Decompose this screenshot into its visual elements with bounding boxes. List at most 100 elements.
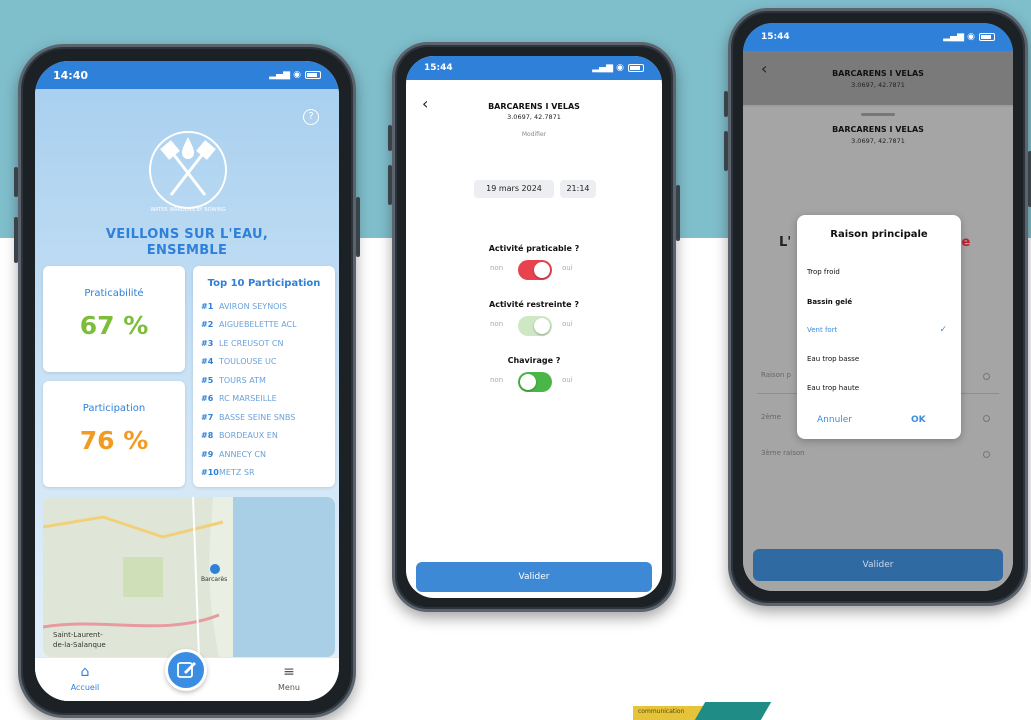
cancel-button[interactable]: Annuler [817,415,852,425]
map-label-town-2: de-la-Salanque [53,641,106,649]
status-bar: 15:44 ▂▄▆ ◉ [743,23,1013,51]
background-heading-left: L' [779,235,792,250]
phone-side-button [388,125,392,151]
rank-number: #8 [201,431,214,441]
toggle-row: non oui [406,260,662,280]
toggle-activite-restreinte[interactable] [518,316,552,336]
option-bassin-gele[interactable]: Bassin gelé [807,295,951,309]
water-wardens-logo: WATER WARDENS BY ROWING [149,131,227,213]
praticabilite-value: 67 % [79,311,149,340]
dialog-title: Raison principale [830,229,928,240]
ranking-row[interactable]: #5 TOURS ATM [193,371,335,390]
club-name: ANNECY CN [219,449,266,459]
date-picker[interactable]: 19 mars 2024 [474,180,554,198]
spot-coordinates: 3.0697, 42.7871 [851,81,905,89]
status-bar: 14:40 ▂▄▆ ◉ [35,61,339,89]
modify-link[interactable]: Modifier [446,131,622,138]
participation-value: 76 % [79,426,149,455]
phone-reason-dialog: 15:44 ▂▄▆ ◉ ‹ BARCARENS I VELAS 3.0697, … [724,8,1031,606]
reason-3-radio[interactable] [983,451,990,458]
map-marker-icon[interactable] [210,564,220,574]
phone-side-button [388,165,392,205]
option-vent-fort[interactable]: Vent fort ✓ [807,323,951,337]
sheet-coordinates: 3.0697, 42.7871 [851,137,905,145]
reason-2-radio[interactable] [983,415,990,422]
spot-title: BARCARENS I VELAS [832,69,924,78]
option-eau-trop-haute[interactable]: Eau trop haute [807,381,951,395]
new-report-button[interactable] [165,649,207,691]
club-name: AIGUEBELETTE ACL [219,320,297,330]
tab-menu[interactable]: ≡ Menu [259,664,319,692]
submit-button[interactable]: Valider [753,549,1003,581]
submit-button[interactable]: Valider [416,562,652,592]
oui-label: oui [562,376,573,384]
phone-home-screen: 14:40 ▂▄▆ ◉ ? WATER WARDENS BY ROWING VE… [14,44,360,718]
option-eau-trop-basse[interactable]: Eau trop basse [807,352,951,366]
toggle-chavirage[interactable] [518,372,552,392]
question-activite-restreinte: Activité restreinte ? [489,300,579,309]
ranking-row[interactable]: #3 LE CREUSOT CN [193,334,335,353]
reason-3-label[interactable]: 3ème raison [761,449,805,457]
sheet-title: BARCARENS I VELAS [832,125,924,134]
map-label-town: Saint-Laurent- [53,631,103,639]
reason-dialog: Raison principale Trop froid Bassin gelé… [797,215,961,439]
back-icon[interactable]: ‹ [422,96,438,112]
sheet-handle[interactable] [861,113,895,116]
top10-card[interactable]: Top 10 Participation #1 AVIRON SEYNOIS #2… [193,266,335,487]
ranking-row[interactable]: #2 AIGUEBELETTE ACL [193,316,335,335]
ranking-row[interactable]: #9 ANNECY CN [193,445,335,464]
phone-report-form: 15:44 ▂▄▆ ◉ ‹ BARCARENS I VELAS 3.0697, … [388,42,680,612]
phone3-screen: 15:44 ▂▄▆ ◉ ‹ BARCARENS I VELAS 3.0697, … [743,23,1013,591]
ranking-row[interactable]: #4 TOULOUSE UC [193,353,335,372]
decoration-green-band [694,702,772,720]
slogan: VEILLONS SUR L'EAU, ENSEMBLE [35,227,339,259]
back-icon[interactable]: ‹ [761,61,777,77]
phone-side-button [676,185,680,241]
decoration-text: communication [638,708,685,715]
ranking-row[interactable]: #1 AVIRON SEYNOIS [193,297,335,316]
phone-side-button [14,217,18,263]
map-view[interactable]: Barcarès Saint-Laurent- de-la-Salanque [43,497,335,657]
option-trop-froid[interactable]: Trop froid [807,265,951,279]
praticabilite-card[interactable]: Praticabilité 67 % [43,266,185,372]
ranking-row[interactable]: #10 METZ SR [193,464,335,483]
toggle-activite-praticable[interactable] [518,260,552,280]
status-time: 15:44 [424,63,453,73]
rank-number: #6 [201,394,214,404]
participation-title: Participation [82,403,146,414]
reason-1-label[interactable]: Raison p [761,371,791,379]
non-label: non [490,376,504,384]
ranking-row[interactable]: #6 RC MARSEILLE [193,390,335,409]
tab-accueil[interactable]: ⌂ Accueil [55,664,115,692]
non-label: non [490,320,504,328]
oui-label: oui [562,264,573,272]
club-name: BASSE SEINE SNBS [219,412,296,422]
question-activite-praticable: Activité praticable ? [488,244,580,253]
spot-coordinates: 3.0697, 42.7871 [507,113,561,121]
rank-number: #4 [201,357,214,367]
top10-title: Top 10 Participation [207,278,321,289]
rank-number: #10 [201,468,219,478]
time-picker[interactable]: 21:14 [560,180,596,198]
status-icons: ▂▄▆ ◉ [592,63,644,73]
reason-2-label[interactable]: 2ème [761,413,781,421]
phone-side-button [356,197,360,257]
non-label: non [490,264,504,272]
dimmed-header: ‹ BARCARENS I VELAS 3.0697, 42.7871 [743,51,1013,105]
participation-card[interactable]: Participation 76 % [43,381,185,487]
battery-icon [628,64,644,72]
home-icon: ⌂ [80,664,90,680]
rank-number: #7 [201,412,214,422]
status-time: 15:44 [761,32,790,42]
reason-1-radio[interactable] [983,373,990,380]
edit-pencil-icon [177,662,196,678]
rank-number: #2 [201,320,214,330]
ranking-row[interactable]: #8 BORDEAUX EN [193,427,335,446]
help-icon[interactable]: ? [303,109,319,125]
tab-menu-label: Menu [278,683,300,692]
ranking-row[interactable]: #7 BASSE SEINE SNBS [193,408,335,427]
rank-number: #5 [201,375,214,385]
ok-button[interactable]: OK [911,415,926,425]
toggle-knob [534,262,550,278]
status-icons: ▂▄▆ ◉ [269,70,321,80]
